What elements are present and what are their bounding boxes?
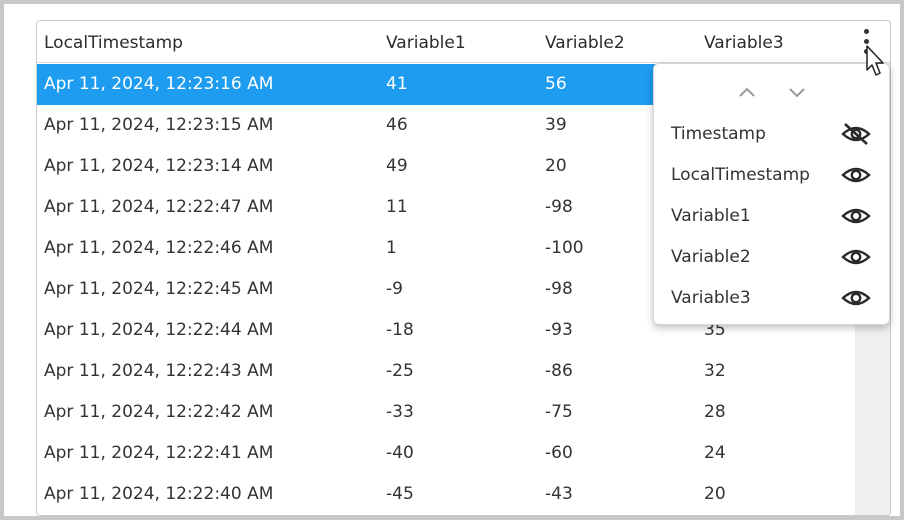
chevron-up-icon bbox=[739, 87, 755, 97]
column-visibility-label: Variable3 bbox=[671, 288, 751, 308]
table-cell-variable1: 46 bbox=[386, 115, 408, 135]
table-cell-variable2: -86 bbox=[545, 361, 573, 381]
column-visibility-label: Variable2 bbox=[671, 247, 751, 267]
table-cell-localtimestamp: Apr 11, 2024, 12:22:43 AM bbox=[44, 361, 274, 381]
table-cell-localtimestamp: Apr 11, 2024, 12:23:16 AM bbox=[44, 74, 274, 94]
column-visibility-item[interactable]: Timestamp bbox=[654, 114, 889, 154]
eye-off-icon[interactable] bbox=[839, 123, 873, 145]
table-cell-variable2: 20 bbox=[545, 156, 567, 176]
window-frame: LocalTimestamp Variable1 Variable2 Varia… bbox=[0, 0, 904, 520]
table-cell-localtimestamp: Apr 11, 2024, 12:22:45 AM bbox=[44, 279, 274, 299]
table-cell-variable2: -93 bbox=[545, 320, 573, 340]
table-cell-variable1: -45 bbox=[386, 484, 414, 504]
column-visibility-item[interactable]: Variable2 bbox=[654, 237, 889, 277]
table-cell-variable2: -60 bbox=[545, 443, 573, 463]
column-visibility-item[interactable]: LocalTimestamp bbox=[654, 155, 889, 195]
eye-icon[interactable] bbox=[839, 287, 873, 309]
table-cell-variable2: -98 bbox=[545, 197, 573, 217]
column-visibility-label: LocalTimestamp bbox=[671, 165, 810, 185]
eye-icon[interactable] bbox=[839, 164, 873, 186]
mouse-cursor-icon bbox=[866, 45, 884, 76]
table-cell-localtimestamp: Apr 11, 2024, 12:22:46 AM bbox=[44, 238, 274, 258]
eye-icon[interactable] bbox=[839, 205, 873, 227]
column-visibility-item[interactable]: Variable1 bbox=[654, 196, 889, 236]
table-cell-variable2: -43 bbox=[545, 484, 573, 504]
table-row[interactable]: Apr 11, 2024, 12:22:43 AM -25 -86 32 bbox=[37, 351, 855, 392]
table-cell-variable2: 56 bbox=[545, 74, 567, 94]
table-cell-localtimestamp: Apr 11, 2024, 12:23:14 AM bbox=[44, 156, 274, 176]
table-cell-variable1: 11 bbox=[386, 197, 408, 217]
table-row[interactable]: Apr 11, 2024, 12:22:40 AM -45 -43 20 bbox=[37, 474, 855, 515]
column-visibility-item[interactable]: Variable3 bbox=[654, 278, 889, 318]
table-cell-variable1: -40 bbox=[386, 443, 414, 463]
table-cell-variable1: -9 bbox=[386, 279, 403, 299]
table-cell-variable2: -98 bbox=[545, 279, 573, 299]
table-row[interactable]: Apr 11, 2024, 12:22:41 AM -40 -60 24 bbox=[37, 433, 855, 474]
table-cell-variable1: -33 bbox=[386, 402, 414, 422]
table-cell-variable1: 41 bbox=[386, 74, 408, 94]
table-cell-localtimestamp: Apr 11, 2024, 12:22:44 AM bbox=[44, 320, 274, 340]
table-header: LocalTimestamp Variable1 Variable2 Varia… bbox=[37, 21, 890, 63]
table-cell-variable2: 39 bbox=[545, 115, 567, 135]
table-cell-variable3: 24 bbox=[704, 443, 726, 463]
move-up-button[interactable] bbox=[732, 78, 762, 108]
table-cell-variable3: 32 bbox=[704, 361, 726, 381]
column-visibility-menu: Timestamp LocalTimestamp Variable1 Variable… bbox=[653, 63, 890, 325]
table-cell-variable1: -18 bbox=[386, 320, 414, 340]
column-header-variable3[interactable]: Variable3 bbox=[704, 21, 784, 63]
table-cell-variable2: -75 bbox=[545, 402, 573, 422]
column-header-variable1[interactable]: Variable1 bbox=[386, 21, 466, 63]
table-cell-variable3: 28 bbox=[704, 402, 726, 422]
table-cell-localtimestamp: Apr 11, 2024, 12:22:42 AM bbox=[44, 402, 274, 422]
table-row[interactable]: Apr 11, 2024, 12:22:42 AM -33 -75 28 bbox=[37, 392, 855, 433]
table-cell-variable1: 1 bbox=[386, 238, 397, 258]
table-cell-variable2: -100 bbox=[545, 238, 584, 258]
column-header-variable2[interactable]: Variable2 bbox=[545, 21, 625, 63]
table-cell-variable1: 49 bbox=[386, 156, 408, 176]
table-cell-variable3: 20 bbox=[704, 484, 726, 504]
column-visibility-label: Variable1 bbox=[671, 206, 751, 226]
column-header-localtimestamp[interactable]: LocalTimestamp bbox=[44, 21, 183, 63]
eye-icon[interactable] bbox=[839, 246, 873, 268]
reorder-controls bbox=[654, 78, 889, 108]
table-cell-localtimestamp: Apr 11, 2024, 12:22:41 AM bbox=[44, 443, 274, 463]
kebab-dot-icon bbox=[864, 29, 869, 34]
table-cell-localtimestamp: Apr 11, 2024, 12:22:47 AM bbox=[44, 197, 274, 217]
column-visibility-label: Timestamp bbox=[671, 124, 766, 144]
table-cell-localtimestamp: Apr 11, 2024, 12:22:40 AM bbox=[44, 484, 274, 504]
table-cell-localtimestamp: Apr 11, 2024, 12:23:15 AM bbox=[44, 115, 274, 135]
move-down-button[interactable] bbox=[782, 78, 812, 108]
chevron-down-icon bbox=[789, 88, 805, 98]
table-cell-variable1: -25 bbox=[386, 361, 414, 381]
